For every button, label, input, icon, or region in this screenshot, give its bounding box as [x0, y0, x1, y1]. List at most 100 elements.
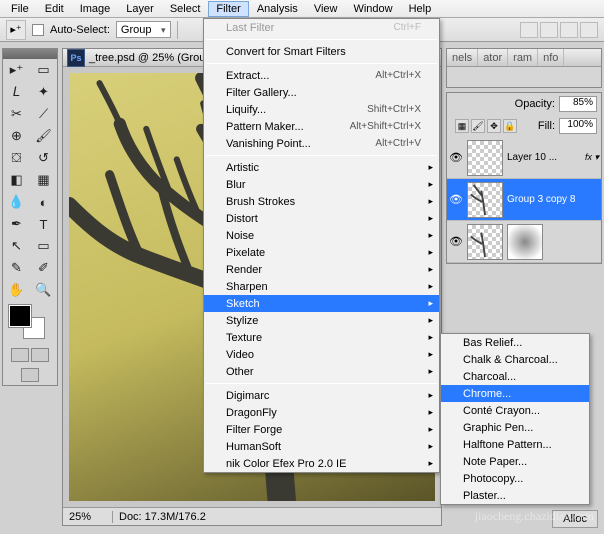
doc-info[interactable]: Doc: 17.3M/176.2: [113, 511, 441, 523]
align-button[interactable]: [580, 22, 598, 38]
menu-render[interactable]: Render: [204, 261, 439, 278]
tools-grip[interactable]: [3, 49, 57, 59]
menu-sketch[interactable]: Sketch: [204, 295, 439, 312]
layer-row[interactable]: 👁: [447, 221, 601, 263]
menu-filter-gallery[interactable]: Filter Gallery...: [204, 84, 439, 101]
opacity-input[interactable]: 85%: [559, 96, 597, 112]
stamp-tool[interactable]: ⛋: [3, 147, 30, 169]
menu-brush-strokes[interactable]: Brush Strokes: [204, 193, 439, 210]
submenu-photocopy[interactable]: Photocopy...: [441, 470, 589, 487]
menu-other[interactable]: Other: [204, 363, 439, 380]
panel-tab[interactable]: nfo: [538, 49, 564, 66]
submenu-graphic-pen[interactable]: Graphic Pen...: [441, 419, 589, 436]
hand-tool[interactable]: ✋: [3, 279, 30, 301]
slice-tool[interactable]: ⟋: [30, 103, 57, 125]
submenu-conte-crayon[interactable]: Conté Crayon...: [441, 402, 589, 419]
align-button[interactable]: [520, 22, 538, 38]
menu-sharpen[interactable]: Sharpen: [204, 278, 439, 295]
menu-pattern-maker[interactable]: Pattern Maker...Alt+Shift+Ctrl+X: [204, 118, 439, 135]
layer-thumb[interactable]: [467, 140, 503, 176]
menu-humansoft[interactable]: HumanSoft: [204, 438, 439, 455]
align-button[interactable]: [540, 22, 558, 38]
lasso-tool[interactable]: 𝘓: [3, 81, 30, 103]
menu-digimarc[interactable]: Digimarc: [204, 387, 439, 404]
zoom-level[interactable]: 25%: [63, 511, 113, 523]
submenu-halftone[interactable]: Halftone Pattern...: [441, 436, 589, 453]
lock-transparent-icon[interactable]: ▦: [455, 119, 469, 133]
menu-edit[interactable]: Edit: [37, 1, 72, 17]
path-tool[interactable]: ↖: [3, 235, 30, 257]
layer-thumb[interactable]: [467, 182, 503, 218]
menu-image[interactable]: Image: [72, 1, 119, 17]
menu-smart-filters[interactable]: Convert for Smart Filters: [204, 43, 439, 60]
eraser-tool[interactable]: ◧: [3, 169, 30, 191]
blur-tool[interactable]: 💧: [3, 191, 30, 213]
menu-stylize[interactable]: Stylize: [204, 312, 439, 329]
menu-help[interactable]: Help: [401, 1, 440, 17]
dodge-tool[interactable]: ◐: [30, 191, 57, 213]
panel-tab[interactable]: nels: [447, 49, 478, 66]
tool-preset-icon[interactable]: ▸⁺: [6, 20, 26, 40]
lock-position-icon[interactable]: ✥: [487, 119, 501, 133]
submenu-bas-relief[interactable]: Bas Relief...: [441, 334, 589, 351]
layer-name[interactable]: Group 3 copy 8: [507, 194, 599, 205]
menu-nik-color-efex[interactable]: nik Color Efex Pro 2.0 IE: [204, 455, 439, 472]
submenu-chrome[interactable]: Chrome...: [441, 385, 589, 402]
submenu-charcoal[interactable]: Charcoal...: [441, 368, 589, 385]
menu-dragonfly[interactable]: DragonFly: [204, 404, 439, 421]
menu-file[interactable]: File: [3, 1, 37, 17]
menu-blur[interactable]: Blur: [204, 176, 439, 193]
autoselect-checkbox[interactable]: [32, 24, 44, 36]
standard-mode-button[interactable]: [11, 348, 29, 362]
layer-thumb[interactable]: [467, 224, 503, 260]
submenu-plaster[interactable]: Plaster...: [441, 487, 589, 504]
history-brush-tool[interactable]: ↺: [30, 147, 57, 169]
menu-artistic[interactable]: Artistic: [204, 159, 439, 176]
menu-window[interactable]: Window: [345, 1, 400, 17]
menu-layer[interactable]: Layer: [118, 1, 162, 17]
fx-badge[interactable]: fx ▾: [585, 152, 599, 163]
visibility-icon[interactable]: 👁: [449, 151, 463, 165]
panel-tab[interactable]: ram: [508, 49, 538, 66]
submenu-chalk-charcoal[interactable]: Chalk & Charcoal...: [441, 351, 589, 368]
visibility-icon[interactable]: 👁: [449, 193, 463, 207]
submenu-note-paper[interactable]: Note Paper...: [441, 453, 589, 470]
notes-tool[interactable]: ✎: [3, 257, 30, 279]
layer-name[interactable]: Layer 10 ...: [507, 152, 581, 163]
menu-distort[interactable]: Distort: [204, 210, 439, 227]
menu-select[interactable]: Select: [162, 1, 209, 17]
fill-input[interactable]: 100%: [559, 118, 597, 134]
gradient-tool[interactable]: ▦: [30, 169, 57, 191]
layer-row[interactable]: 👁 Group 3 copy 8: [447, 179, 601, 221]
layer-row[interactable]: 👁 Layer 10 ... fx ▾: [447, 137, 601, 179]
wand-tool[interactable]: ✦: [30, 81, 57, 103]
menu-liquify[interactable]: Liquify...Shift+Ctrl+X: [204, 101, 439, 118]
panel-tab[interactable]: ator: [478, 49, 508, 66]
type-tool[interactable]: T: [30, 213, 57, 235]
healing-tool[interactable]: ⊕: [3, 125, 30, 147]
menu-filter[interactable]: Filter: [208, 1, 248, 17]
menu-analysis[interactable]: Analysis: [249, 1, 306, 17]
crop-tool[interactable]: ✂: [3, 103, 30, 125]
menu-noise[interactable]: Noise: [204, 227, 439, 244]
pen-tool[interactable]: ✒: [3, 213, 30, 235]
quickmask-mode-button[interactable]: [31, 348, 49, 362]
lock-all-icon[interactable]: 🔒: [503, 119, 517, 133]
menu-pixelate[interactable]: Pixelate: [204, 244, 439, 261]
menu-view[interactable]: View: [306, 1, 346, 17]
lock-pixels-icon[interactable]: 🖌: [471, 119, 485, 133]
screen-mode-button[interactable]: [21, 368, 39, 382]
layer-mask-thumb[interactable]: [507, 224, 543, 260]
autoselect-combo[interactable]: Group: [116, 21, 171, 38]
menu-texture[interactable]: Texture: [204, 329, 439, 346]
color-swatches[interactable]: [3, 301, 57, 345]
align-button[interactable]: [560, 22, 578, 38]
move-tool[interactable]: ▸⁺: [3, 59, 30, 81]
menu-extract[interactable]: Extract...Alt+Ctrl+X: [204, 67, 439, 84]
brush-tool[interactable]: 🖌: [30, 125, 57, 147]
zoom-tool[interactable]: 🔍: [30, 279, 57, 301]
menu-filter-forge[interactable]: Filter Forge: [204, 421, 439, 438]
shape-tool[interactable]: ▭: [30, 235, 57, 257]
eyedropper-tool[interactable]: ✐: [30, 257, 57, 279]
menu-video[interactable]: Video: [204, 346, 439, 363]
